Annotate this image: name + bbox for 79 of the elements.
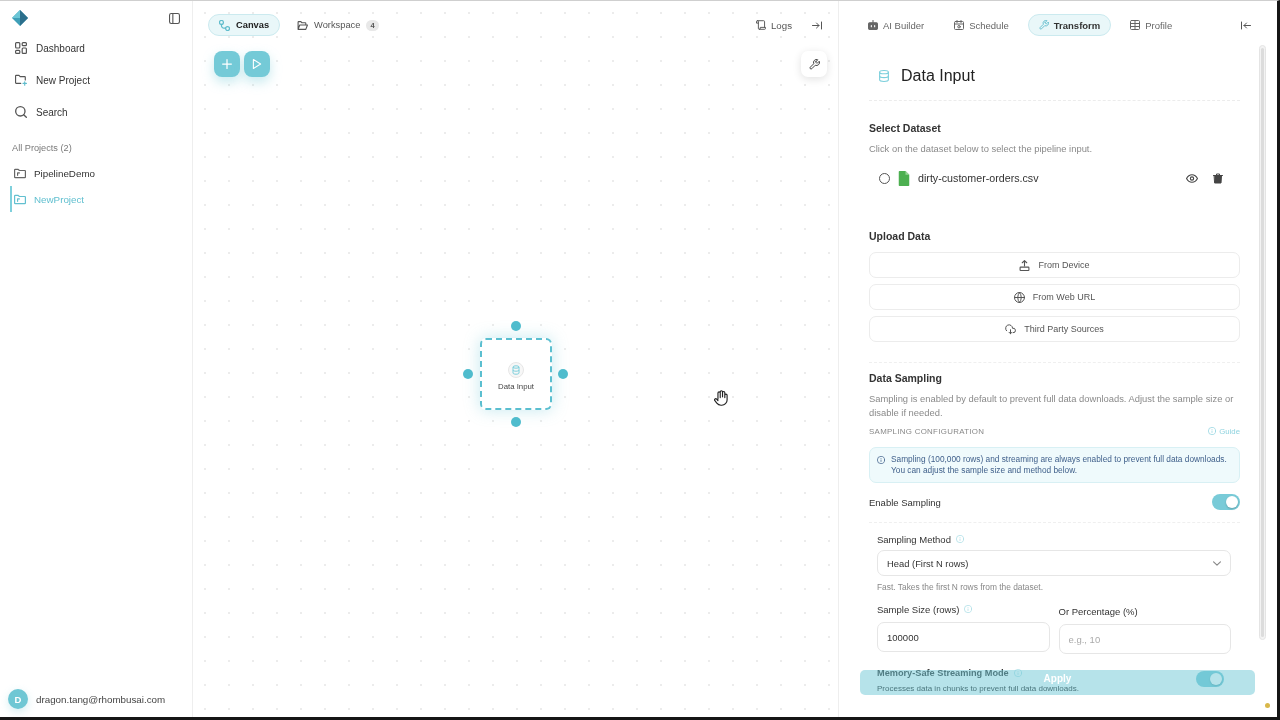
setting-description: Processes data in chunks to prevent full data downloads. [877, 684, 1079, 693]
folder-icon [14, 193, 26, 205]
run-button[interactable] [244, 51, 270, 77]
chevron-down-icon [1213, 560, 1221, 566]
eye-icon[interactable] [1186, 173, 1198, 183]
upload-option-button[interactable]: From Web URL [869, 284, 1240, 310]
logo-icon[interactable] [12, 10, 28, 26]
connection-handle[interactable] [511, 321, 521, 331]
plus-icon [222, 59, 232, 69]
nav-item[interactable]: Search [10, 96, 182, 128]
user-email: dragon.tang@rhombusai.com [36, 693, 166, 705]
dot-icon [1265, 703, 1270, 708]
info-icon [955, 535, 964, 543]
scrollbar[interactable] [1259, 45, 1266, 640]
connection-handle[interactable] [558, 369, 568, 379]
search-icon [15, 106, 27, 118]
wrench-icon [1038, 20, 1049, 30]
trash-icon[interactable] [1213, 172, 1223, 184]
info-icon [1208, 427, 1217, 435]
upload-option-button[interactable]: Third Party Sources [869, 316, 1240, 342]
logs-button[interactable]: Logs [756, 19, 792, 31]
info-icon [877, 455, 885, 464]
field-label: Sampling Method [877, 533, 951, 545]
arrow-right-bar-icon[interactable] [812, 20, 822, 30]
scroll-icon [756, 20, 766, 30]
panel-tab[interactable]: AI Builder [857, 14, 936, 36]
section-heading: Select Dataset [869, 121, 942, 136]
field-label: Or Percentage (%) [1058, 605, 1138, 617]
database-icon [508, 361, 524, 378]
robot-icon [868, 20, 878, 30]
play-icon [252, 59, 262, 69]
info-icon [964, 605, 973, 613]
wrench-icon [808, 58, 820, 70]
project-item[interactable]: PipelineDemo [10, 160, 182, 186]
info-text: Sampling (100,000 rows) and streaming are always enabled to prevent full data downloads. You can adjust the sample size and method below. [891, 454, 1228, 476]
file-icon [898, 170, 910, 186]
grid-icon [15, 42, 27, 54]
radio-button[interactable] [879, 172, 890, 184]
view-tab[interactable]: Canvas [208, 14, 281, 36]
nodes-icon [219, 19, 230, 31]
calendar-icon [954, 20, 965, 30]
panel-tab[interactable]: Profile [1119, 14, 1184, 36]
upload-option-button[interactable]: From Device [869, 252, 1240, 278]
sidebar-toggle-icon[interactable] [169, 12, 180, 24]
folder-icon [14, 167, 26, 179]
sample-size-field[interactable]: 100000 [877, 622, 1050, 652]
database-icon [879, 70, 889, 82]
dataset-name[interactable]: dirty-customer-orders.csv [918, 172, 1178, 184]
panel-title: Data Input [901, 67, 975, 85]
panel-tab[interactable]: Schedule [943, 14, 1020, 36]
percentage-field[interactable]: e.g., 10 [1058, 624, 1231, 654]
toggle-switch[interactable] [1196, 671, 1224, 687]
globe-icon [1013, 291, 1025, 303]
connection-handle[interactable] [463, 369, 473, 379]
field-hint: Fast. Takes the first N rows from the dataset. [877, 581, 1044, 593]
section-description: Sampling is enabled by default to prevent full data downloads. Adjust the sample size or disable if needed. [869, 392, 1235, 420]
toggle-switch[interactable] [1212, 494, 1240, 510]
folder-icon [297, 19, 309, 31]
setting-label: Memory-Safe Streaming Mode [877, 668, 1009, 678]
method-dropdown[interactable]: Head (First N rows) [877, 550, 1231, 576]
nav-item[interactable]: Dashboard [10, 32, 182, 64]
nav-item[interactable]: New Project [10, 64, 182, 96]
section-heading: Upload Data [869, 229, 932, 244]
info-icon [1013, 669, 1022, 677]
panel-tab[interactable]: Transform [1027, 14, 1112, 36]
add-node-button[interactable] [214, 51, 240, 77]
upload-icon [1019, 259, 1031, 271]
setting-label: Enable Sampling [869, 496, 941, 508]
tools-button[interactable] [801, 51, 827, 77]
field-label: Sample Size (rows) [877, 603, 960, 615]
arrow-left-bar-icon[interactable] [1241, 20, 1251, 30]
table-icon [1130, 20, 1141, 30]
section-description: Click on the dataset below to select the pipeline input. [869, 142, 1094, 156]
folder-plus-icon [15, 74, 27, 86]
section-heading: Data Sampling [869, 371, 943, 386]
hand-cursor-icon [714, 390, 728, 406]
section-heading: All Projects (2) [11, 142, 73, 155]
connection-handle[interactable] [511, 417, 521, 427]
cloud-icon [1005, 323, 1017, 335]
